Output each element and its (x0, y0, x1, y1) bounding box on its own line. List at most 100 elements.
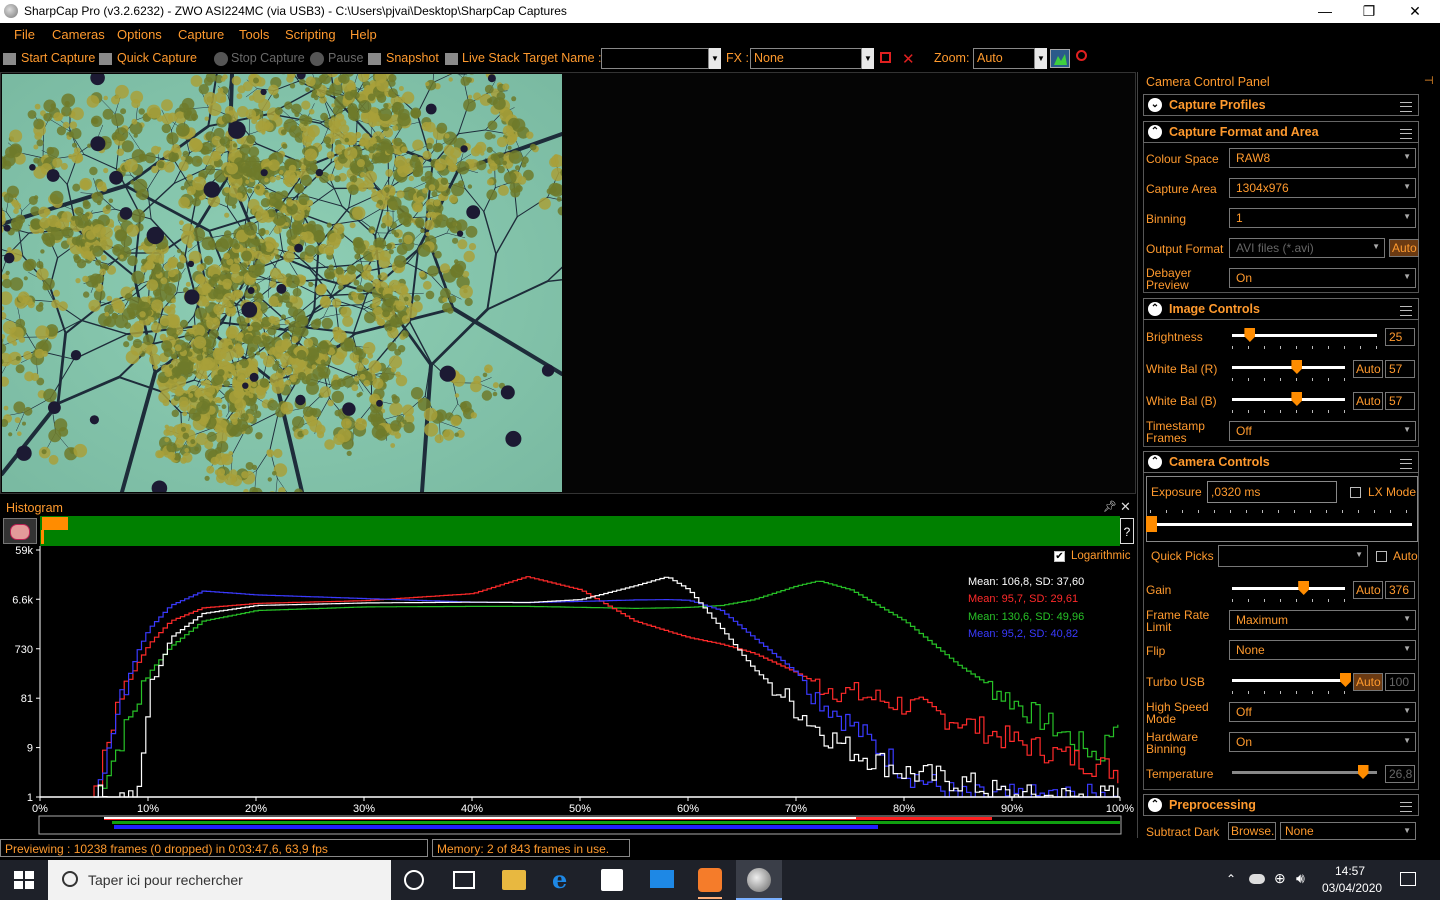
fx-select[interactable]: None (750, 48, 862, 69)
section-image-controls[interactable]: ⌃ Image Controls (1143, 298, 1419, 320)
chevron-up-icon[interactable]: ⌃ (1148, 798, 1162, 812)
chevron-down-icon[interactable]: ⌄ (1148, 98, 1162, 112)
menu-scripting[interactable]: Scripting (285, 27, 336, 42)
histogram-help-button[interactable]: ? (1120, 518, 1134, 544)
chevron-down-icon[interactable]: ▼ (1035, 48, 1047, 69)
section-capture-profiles[interactable]: ⌄ Capture Profiles (1143, 94, 1419, 116)
menu-icon[interactable] (1400, 102, 1412, 112)
title-bar: SharpCap Pro (v3.2.6232) - ZWO ASI224MC … (0, 0, 1440, 23)
browse-button[interactable]: Browse... (1228, 822, 1276, 840)
white-bal-b-value[interactable]: 57 (1385, 392, 1415, 410)
quick-capture-button[interactable]: Quick Capture (117, 51, 197, 65)
hardware-binning-select[interactable]: On ▼ (1229, 732, 1416, 752)
cross-icon[interactable]: ✕ (902, 50, 915, 68)
onedrive-icon[interactable] (1249, 874, 1265, 884)
close-icon[interactable]: ✕ (1120, 499, 1131, 515)
section-capture-format[interactable]: ⌃ Capture Format and Area (1143, 121, 1419, 143)
black-point-handle[interactable] (42, 517, 68, 530)
section-preprocessing[interactable]: ⌃ Preprocessing (1143, 794, 1419, 816)
menu-icon[interactable] (1400, 459, 1412, 469)
live-stack-button[interactable]: Live Stack (462, 51, 520, 65)
binning-select[interactable]: 1 ▼ (1229, 208, 1416, 228)
menu-tools[interactable]: Tools (239, 27, 269, 42)
white-bal-r-value[interactable]: 57 (1385, 360, 1415, 378)
white-bal-b-slider[interactable] (1232, 398, 1345, 401)
histogram-stretch-bar[interactable] (40, 516, 1120, 546)
chevron-down-icon[interactable]: ▼ (709, 48, 721, 69)
network-icon[interactable]: ⊕ (1274, 870, 1286, 887)
stop-capture-button[interactable]: Stop Capture (231, 51, 305, 65)
start-capture-button[interactable]: Start Capture (21, 51, 95, 65)
pin-icon[interactable]: 📌︎ (1103, 500, 1117, 513)
chevron-up-icon[interactable]: ⌃ (1148, 302, 1162, 316)
lx-mode-checkbox[interactable] (1350, 487, 1361, 498)
exposure-slider[interactable] (1150, 523, 1412, 526)
exposure-input[interactable]: ,0320 ms (1207, 481, 1337, 503)
snapshot-button[interactable]: Snapshot (386, 51, 439, 65)
zoom-select[interactable]: Auto (973, 48, 1035, 69)
frame-rate-select[interactable]: Maximum ▼ (1229, 610, 1416, 630)
high-speed-mode-select[interactable]: Off ▼ (1229, 702, 1416, 722)
debayer-preview-select[interactable]: On ▼ (1229, 268, 1416, 288)
turbo-usb-slider[interactable] (1232, 679, 1345, 682)
brain-icon[interactable] (3, 518, 37, 544)
zoom-search-icon[interactable] (1076, 50, 1087, 61)
turbo-usb-auto-button[interactable]: Auto (1353, 673, 1383, 691)
black-point-marker[interactable] (41, 530, 44, 544)
flip-select[interactable]: None ▼ (1229, 640, 1416, 660)
sharpcap-taskbar-item[interactable] (736, 860, 782, 900)
colour-space-select[interactable]: RAW8 ▼ (1229, 148, 1416, 168)
white-bal-r-auto-button[interactable]: Auto (1353, 360, 1383, 378)
white-bal-b-auto-button[interactable]: Auto (1353, 392, 1383, 410)
chevron-up-icon[interactable]: ⌃ (1226, 872, 1236, 886)
gain-auto-button[interactable]: Auto (1353, 581, 1383, 599)
taskbar-search-box[interactable]: Taper ici pour rechercher (48, 860, 391, 900)
menu-icon[interactable] (1400, 129, 1412, 139)
minimize-button[interactable]: — (1302, 0, 1348, 23)
histogram-toggle-icon[interactable] (1050, 49, 1070, 68)
chevron-down-icon[interactable]: ▼ (862, 48, 874, 69)
clock-time[interactable]: 14:57 (1335, 864, 1365, 878)
menu-file[interactable]: File (14, 27, 35, 42)
clock-date[interactable]: 03/04/2020 (1322, 881, 1382, 895)
cortana-icon[interactable] (404, 870, 424, 890)
chevron-up-icon[interactable]: ⌃ (1148, 125, 1162, 139)
exposure-slider-thumb[interactable] (1146, 516, 1157, 532)
menu-capture[interactable]: Capture (178, 27, 224, 42)
gain-slider[interactable] (1232, 587, 1345, 590)
gain-value[interactable]: 376 (1385, 581, 1415, 599)
pause-button[interactable]: Pause (328, 51, 363, 65)
quick-picks-select[interactable]: ▼ (1218, 545, 1368, 567)
menu-cameras[interactable]: Cameras (52, 27, 105, 42)
white-bal-r-slider[interactable] (1232, 366, 1345, 369)
target-name-input[interactable] (601, 48, 709, 69)
section-camera-controls[interactable]: ⌃ Camera Controls (1143, 451, 1419, 473)
logarithmic-checkbox[interactable]: ✔ (1054, 551, 1065, 562)
maximize-button[interactable]: ❐ (1346, 0, 1392, 23)
mail-icon[interactable] (650, 870, 674, 888)
store-icon[interactable] (601, 869, 623, 891)
menu-icon[interactable] (1400, 802, 1412, 812)
subtract-dark-select[interactable]: None ▼ (1280, 822, 1416, 840)
close-button[interactable]: ✕ (1392, 0, 1438, 23)
chevron-up-icon[interactable]: ⌃ (1148, 455, 1162, 469)
windows-start-icon[interactable] (14, 871, 34, 889)
menu-icon[interactable] (1400, 306, 1412, 316)
timestamp-frames-select[interactable]: Off ▼ (1229, 421, 1416, 441)
notifications-icon[interactable] (1400, 872, 1416, 886)
task-view-icon[interactable] (453, 871, 475, 889)
file-explorer-icon[interactable] (502, 870, 526, 890)
edge-browser-icon[interactable]: e (552, 868, 576, 892)
brightness-value[interactable]: 25 (1385, 328, 1415, 346)
capture-area-select[interactable]: 1304x976 ▼ (1229, 178, 1416, 198)
blogger-icon[interactable] (698, 868, 722, 892)
pin-icon[interactable]: ⊣ (1424, 74, 1434, 87)
volume-icon[interactable]: 🔊︎ (1296, 870, 1305, 887)
quick-picks-auto-checkbox[interactable] (1376, 551, 1387, 562)
output-format-auto-button[interactable]: Auto (1389, 239, 1419, 257)
menu-options[interactable]: Options (117, 27, 162, 42)
turbo-usb-value[interactable]: 100 (1385, 673, 1415, 691)
reticle-icon[interactable] (880, 52, 891, 63)
output-format-select[interactable]: AVI files (*.avi) ▼ (1229, 238, 1385, 258)
menu-help[interactable]: Help (350, 27, 377, 42)
